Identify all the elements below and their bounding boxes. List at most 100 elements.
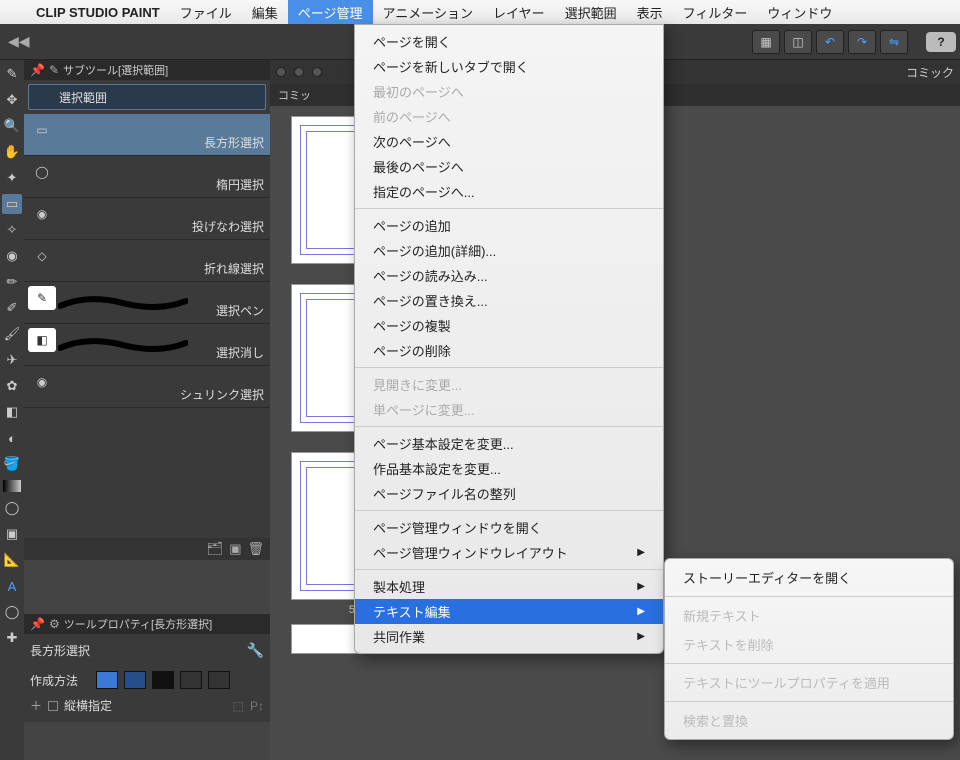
menu-window[interactable]: ウィンドウ <box>757 0 842 24</box>
mi-open-page-manage-window[interactable]: ページ管理ウィンドウを開く <box>355 515 663 540</box>
menu-filter[interactable]: フィルター <box>673 0 758 24</box>
method-add-icon[interactable] <box>124 671 146 689</box>
tool-flip-icon[interactable]: ⇋ <box>880 30 908 54</box>
mi-collab[interactable]: 共同作業▶ <box>355 624 663 649</box>
balloon-icon[interactable]: ◯ <box>2 602 22 622</box>
wrench-icon[interactable]: 🔧 <box>247 642 264 659</box>
tool-grid-icon[interactable]: ▦ <box>752 30 780 54</box>
tool-rotate-right-icon[interactable]: ↷ <box>848 30 876 54</box>
brush2-icon[interactable]: 🖌 <box>2 324 22 344</box>
tool-rotate-left-icon[interactable]: ↶ <box>816 30 844 54</box>
mi-text-edit[interactable]: テキスト編集▶ <box>355 599 663 624</box>
mi-open-page-newtab[interactable]: ページを新しいタブで開く <box>355 54 663 79</box>
aspect-val1-icon[interactable]: ⬚ <box>233 699 244 713</box>
subtool-rect-select[interactable]: ▭ 長方形選択 <box>24 114 270 156</box>
collapse-left-icon[interactable]: ◀◀ <box>4 33 34 50</box>
mi-replace-page[interactable]: ページの置き換え... <box>355 288 663 313</box>
method-intersect-icon[interactable] <box>180 671 202 689</box>
brush-icon[interactable]: ✎ <box>2 64 22 84</box>
mi-change-work-settings[interactable]: 作品基本設定を変更... <box>355 456 663 481</box>
eyedropper-icon[interactable]: ◉ <box>2 246 22 266</box>
window-max-icon[interactable] <box>312 67 322 77</box>
hand-icon[interactable]: ✋ <box>2 142 22 162</box>
subtool-polyline-select[interactable]: ◇ 折れ線選択 <box>24 240 270 282</box>
menu-page-manage[interactable]: ページ管理 <box>288 0 373 24</box>
menu-selection[interactable]: 選択範囲 <box>555 0 627 24</box>
subtool-select-pen[interactable]: ✎ 選択ペン <box>24 282 270 324</box>
menu-edit[interactable]: 編集 <box>242 0 288 24</box>
toolprop-header[interactable]: 📌 ⚙ ツールプロパティ[長方形選択] <box>24 614 270 634</box>
subtool-select-eraser[interactable]: ◧ 選択消し <box>24 324 270 366</box>
menu-animation[interactable]: アニメーション <box>373 0 483 24</box>
pen-icon[interactable]: ✏ <box>2 272 22 292</box>
mi-delete-page[interactable]: ページの削除 <box>355 338 663 363</box>
frame-icon[interactable]: ▣ <box>2 524 22 544</box>
fill-icon[interactable]: 🪣 <box>2 454 22 474</box>
smi-delete-text: テキストを削除 <box>665 630 953 659</box>
mi-sort-filenames[interactable]: ページファイル名の整列 <box>355 481 663 506</box>
decoration-icon[interactable]: ✿ <box>2 376 22 396</box>
rect-select-icon: ▭ <box>28 118 56 142</box>
shape-icon[interactable]: ◯ <box>2 498 22 518</box>
wand-icon[interactable]: ✧ <box>2 220 22 240</box>
subtool-label: 選択ペン <box>216 302 264 319</box>
subtool-label: 投げなわ選択 <box>192 218 264 235</box>
menu-file[interactable]: ファイル <box>170 0 242 24</box>
mi-open-page[interactable]: ページを開く <box>355 29 663 54</box>
blend-icon[interactable]: ◐ <box>2 428 22 448</box>
tool-marquee-icon[interactable]: ◫ <box>784 30 812 54</box>
transform-icon[interactable]: ✦ <box>2 168 22 188</box>
method-new-icon[interactable] <box>96 671 118 689</box>
mi-to-single: 単ページに変更... <box>355 397 663 422</box>
window-close-icon[interactable] <box>276 67 286 77</box>
mi-change-page-settings[interactable]: ページ基本設定を変更... <box>355 431 663 456</box>
menu-layer[interactable]: レイヤー <box>483 0 555 24</box>
move-icon[interactable]: ✥ <box>2 90 22 110</box>
selection-tool-icon[interactable]: ▭ <box>2 194 22 214</box>
mi-next-page[interactable]: 次のページへ <box>355 129 663 154</box>
mi-import-page[interactable]: ページの読み込み... <box>355 263 663 288</box>
mi-last-page[interactable]: 最後のページへ <box>355 154 663 179</box>
subtool-lasso-select[interactable]: ◉ 投げなわ選択 <box>24 198 270 240</box>
method-xor-icon[interactable] <box>208 671 230 689</box>
correct-icon[interactable]: ✚ <box>2 628 22 648</box>
window-min-icon[interactable] <box>294 67 304 77</box>
mi-goto-page[interactable]: 指定のページへ... <box>355 179 663 204</box>
doc-tab[interactable]: コミッ <box>278 87 311 103</box>
smi-new-text: 新規テキスト <box>665 601 953 630</box>
zoom-icon[interactable]: 🔍 <box>2 116 22 136</box>
airbrush-icon[interactable]: ✈ <box>2 350 22 370</box>
mi-binding[interactable]: 製本処理▶ <box>355 574 663 599</box>
page-manage-menu: ページを開く ページを新しいタブで開く 最初のページへ 前のページへ 次のページ… <box>354 24 664 654</box>
menu-view[interactable]: 表示 <box>627 0 673 24</box>
mi-dup-page[interactable]: ページの複製 <box>355 313 663 338</box>
help-button[interactable]: ? <box>926 32 956 52</box>
pencil-icon[interactable]: ✐ <box>2 298 22 318</box>
footer-new-icon[interactable]: ▣ <box>229 541 241 557</box>
text-tool-icon[interactable]: A <box>2 576 22 596</box>
subtool-active-tab[interactable]: 選択範囲 <box>28 84 266 110</box>
mi-add-page-detail[interactable]: ページの追加(詳細)... <box>355 238 663 263</box>
subtool-list: ▭ 長方形選択 ◯ 楕円選択 ◉ 投げなわ選択 ◇ 折れ線選択 ✎ 選択ペン ◧… <box>24 114 270 408</box>
gradient-icon[interactable] <box>3 480 21 492</box>
method-sub-icon[interactable] <box>152 671 174 689</box>
eraser-icon[interactable]: ◧ <box>2 402 22 422</box>
toolprop-title: ツールプロパティ[長方形選択] <box>64 616 212 632</box>
checkbox-aspect[interactable] <box>48 701 58 711</box>
subtool-panel-header[interactable]: 📌 ✎ サブツール[選択範囲] <box>24 60 270 80</box>
footer-trash-icon[interactable]: 🗑 <box>247 541 264 557</box>
subtool-panel: 📌 ✎ サブツール[選択範囲] 選択範囲 ▭ 長方形選択 ◯ 楕円選択 ◉ 投げ… <box>24 60 270 560</box>
expand-icon[interactable]: ＋ <box>30 697 42 714</box>
footer-save-icon[interactable]: 🗂 <box>207 541 224 557</box>
subtool-panel-title: サブツール[選択範囲] <box>63 62 168 78</box>
subtool-ellipse-select[interactable]: ◯ 楕円選択 <box>24 156 270 198</box>
prop-row-create-method: 作成方法 <box>30 667 264 693</box>
mi-to-spread: 見開きに変更... <box>355 372 663 397</box>
subtool-shrink-select[interactable]: ◉ シュリンク選択 <box>24 366 270 408</box>
pin-icon: 📌 <box>30 63 45 77</box>
mi-page-manage-layout[interactable]: ページ管理ウィンドウレイアウト▶ <box>355 540 663 565</box>
ruler-icon[interactable]: 📐 <box>2 550 22 570</box>
smi-open-story-editor[interactable]: ストーリーエディターを開く <box>665 563 953 592</box>
aspect-val2-icon[interactable]: P↕ <box>250 699 264 713</box>
mi-add-page[interactable]: ページの追加 <box>355 213 663 238</box>
